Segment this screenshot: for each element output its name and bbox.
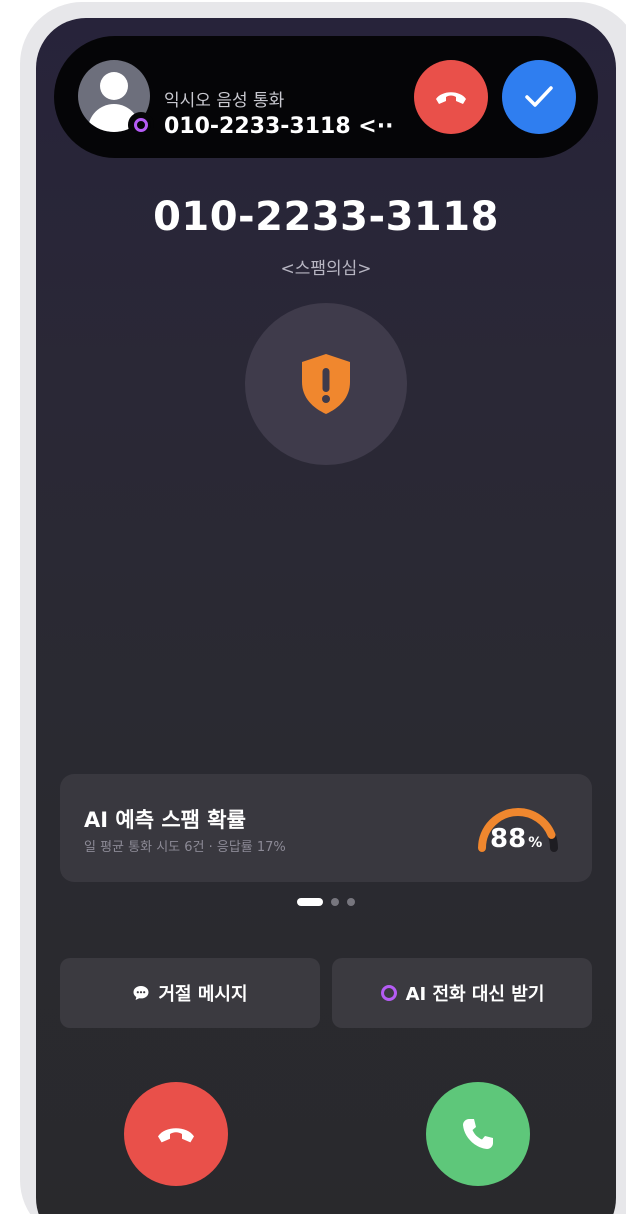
incoming-call-screen: 익시오 음성 통화 010-2233-3118 <··· 010-2233-31… — [36, 18, 616, 1214]
checkmark-icon — [525, 86, 553, 107]
ai-spam-probability-card[interactable]: AI 예측 스팸 확률 일 평균 통화 시도 6건 · 응답률 17% 88% — [60, 774, 592, 882]
ixi-ring-icon — [380, 985, 397, 1001]
warning-shield-icon — [302, 354, 350, 414]
incoming-call-banner[interactable]: 익시오 음성 통화 010-2233-3118 <··· — [54, 36, 598, 158]
ixi-badge-icon — [128, 112, 154, 138]
ai-answer-label: AI 전화 대신 받기 — [405, 984, 545, 1005]
page-dot — [347, 898, 355, 906]
ai-card-subtitle: 일 평균 통화 시도 6건 · 응답률 17% — [84, 840, 286, 855]
banner-decline-button[interactable] — [414, 60, 488, 134]
page-dot — [331, 898, 339, 906]
decline-call-button[interactable] — [124, 1082, 228, 1186]
accept-call-button[interactable] — [426, 1082, 530, 1186]
phone-icon — [463, 1119, 493, 1149]
chat-bubble-icon — [133, 986, 149, 1000]
phone-hangup-icon — [436, 92, 466, 104]
page-indicator — [36, 898, 616, 906]
banner-call-type: 익시오 음성 통화 — [164, 91, 285, 111]
caller-number: 010-2233-3118 — [153, 194, 499, 240]
banner-caller-number: 010-2233-3118 <··· — [164, 114, 394, 139]
page-dot-active — [297, 898, 323, 906]
spam-tag: <스팸의심> — [280, 259, 372, 279]
ai-card-title: AI 예측 스팸 확률 — [84, 808, 246, 832]
reject-message-button[interactable]: 거절 메시지 — [60, 958, 320, 1028]
phone-hangup-icon — [158, 1128, 194, 1143]
caller-avatar-circle — [245, 303, 407, 465]
ai-answer-button[interactable]: AI 전화 대신 받기 — [332, 958, 592, 1028]
spam-probability-value: 88% — [490, 824, 543, 854]
banner-accept-button[interactable] — [502, 60, 576, 134]
reject-message-label: 거절 메시지 — [158, 984, 248, 1005]
